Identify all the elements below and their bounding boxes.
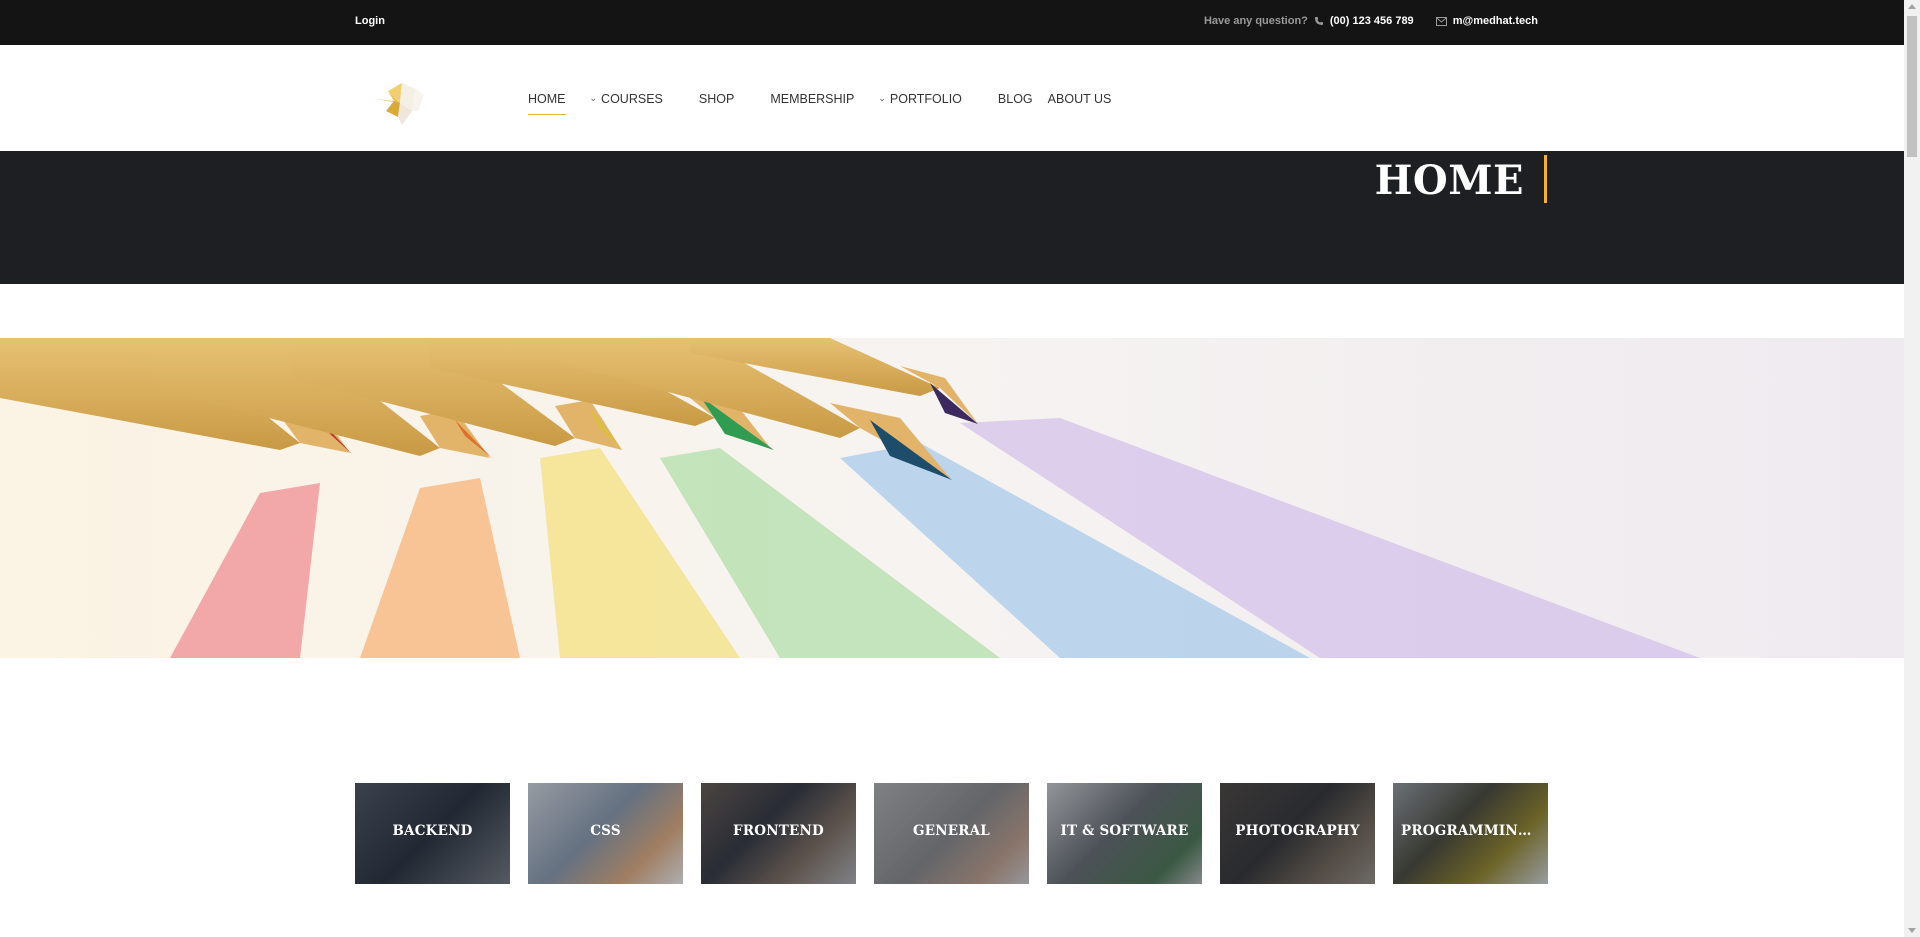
nav-membership[interactable]: MEMBERSHIP: [770, 89, 854, 109]
category-backend[interactable]: BACKEND: [355, 783, 510, 884]
title-accent-bar: [1544, 155, 1547, 203]
nav-blog-label: BLOG: [997, 92, 1033, 106]
chevron-down-icon: ⌄: [878, 92, 886, 103]
scrollbar-thumb[interactable]: [1907, 16, 1917, 157]
category-photography[interactable]: PHOTOGRAPHY: [1220, 783, 1375, 884]
nav-portfolio[interactable]: ⌄ PORTFOLIO: [878, 89, 962, 109]
nav-shop[interactable]: SHOP: [699, 89, 734, 109]
category-programming[interactable]: PROGRAMMING L...: [1393, 783, 1548, 884]
category-label: CSS: [590, 823, 621, 839]
category-label: PHOTOGRAPHY: [1235, 823, 1360, 839]
login-link[interactable]: Login: [355, 15, 385, 27]
mail-icon: [1435, 16, 1447, 26]
category-label: BACKEND: [392, 823, 473, 839]
top-bar: Login Have any question? (00) 123 456 78…: [0, 0, 1904, 45]
main-nav: HOME ⌄ COURSES SHOP MEMBERSHIP ⌄ PORTFOLIO…: [528, 89, 1112, 115]
nav-shop-label: SHOP: [698, 92, 735, 106]
question-text: Have any question?: [1203, 15, 1308, 27]
category-frontend[interactable]: FRONTEND: [701, 783, 856, 884]
category-label: GENERAL: [912, 823, 991, 839]
page-title: HOME: [1374, 157, 1524, 204]
page-title-band: HOME: [0, 151, 1904, 284]
phone-number[interactable]: (00) 123 456 789: [1330, 15, 1414, 27]
colored-pencils-illustration: [0, 338, 1904, 658]
nav-home[interactable]: HOME: [528, 89, 566, 115]
nav-about-us-label: ABOUT US: [1047, 92, 1112, 106]
phone-icon: [1314, 16, 1324, 26]
nav-home-label: HOME: [528, 92, 566, 106]
page: Login Have any question? (00) 123 456 78…: [0, 0, 1920, 937]
category-label: IT & SOFTWARE: [1060, 823, 1189, 839]
nav-blog[interactable]: BLOG: [998, 89, 1033, 109]
email-link[interactable]: m@medhat.tech: [1453, 15, 1538, 27]
nav-courses-label: COURSES: [601, 92, 663, 106]
contact-info: Have any question? (00) 123 456 789 m@me…: [1204, 15, 1538, 27]
category-general[interactable]: GENERAL: [874, 783, 1029, 884]
scroll-up-icon[interactable]: [1908, 4, 1916, 9]
hero-image: [0, 338, 1904, 658]
chevron-down-icon: ⌄: [589, 92, 598, 103]
scroll-down-icon[interactable]: [1908, 928, 1916, 933]
nav-about-us[interactable]: ABOUT US: [1048, 89, 1112, 109]
site-header: HOME ⌄ COURSES SHOP MEMBERSHIP ⌄ PORTFOLIO…: [0, 45, 1904, 151]
nav-membership-label: MEMBERSHIP: [770, 92, 855, 106]
category-label: PROGRAMMING L...: [1401, 823, 1548, 839]
category-list: BACKEND CSS FRONTEND GENERAL IT & SOFTWA…: [355, 783, 1548, 884]
category-css[interactable]: CSS: [528, 783, 683, 884]
category-it-software[interactable]: IT & SOFTWARE: [1047, 783, 1202, 884]
nav-portfolio-label: PORTFOLIO: [889, 92, 962, 106]
bird-logo-icon[interactable]: [372, 81, 434, 127]
nav-courses[interactable]: ⌄ COURSES: [590, 89, 663, 109]
category-label: FRONTEND: [733, 823, 824, 839]
page-scrollbar[interactable]: [1904, 0, 1920, 937]
